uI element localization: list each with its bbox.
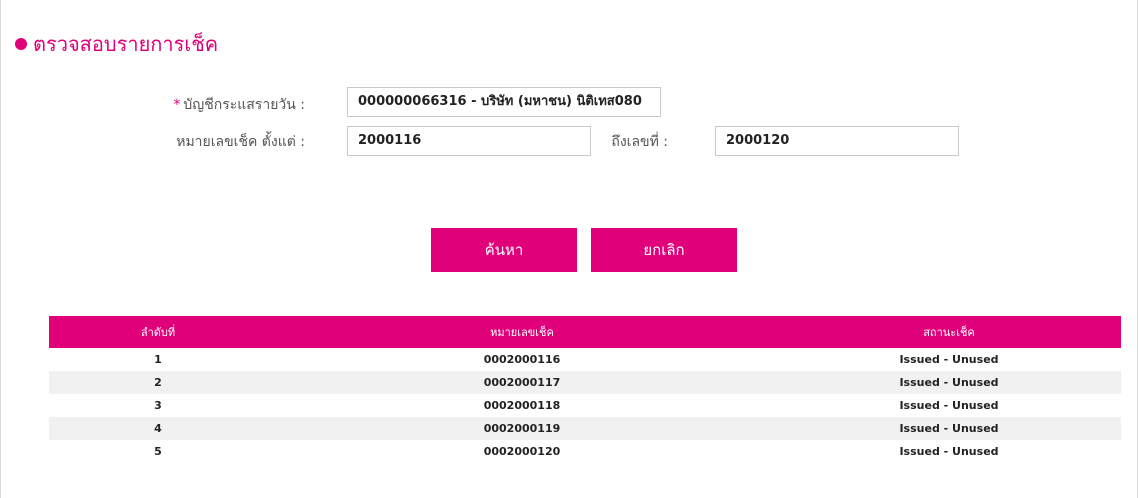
account-label: บัญชีกระแสรายวัน : bbox=[183, 97, 305, 113]
table-row: 1 0002000116 Issued - Unused bbox=[49, 348, 1121, 371]
cheque-results-table: ลำดับที่ หมายเลขเช็ค สถานะเช็ค 1 0002000… bbox=[49, 316, 1121, 463]
table-row: 3 0002000118 Issued - Unused bbox=[49, 394, 1121, 417]
cell-sequence: 4 bbox=[154, 422, 162, 435]
cell-cheque-status: Issued - Unused bbox=[899, 353, 999, 366]
cell-sequence: 1 bbox=[154, 353, 162, 366]
cell-cheque-number: 0002000116 bbox=[483, 353, 561, 366]
cell-sequence: 2 bbox=[154, 376, 162, 389]
table-row: 4 0002000119 Issued - Unused bbox=[49, 417, 1121, 440]
bullet-dot-icon bbox=[15, 38, 27, 50]
search-button[interactable]: ค้นหา bbox=[431, 228, 577, 272]
cell-cheque-number: 0002000117 bbox=[483, 376, 561, 389]
cancel-button[interactable]: ยกเลิก bbox=[591, 228, 737, 272]
cell-cheque-number: 0002000118 bbox=[483, 399, 561, 412]
page-container: ตรวจสอบรายการเช็ค * บัญชีกระแสรายวัน : 00… bbox=[0, 0, 1138, 498]
cell-cheque-status: Issued - Unused bbox=[899, 445, 999, 458]
page-header: ตรวจสอบรายการเช็ค bbox=[15, 28, 218, 60]
account-select[interactable]: 000000066316 - บริษัท (มหาชน) นิติเทส080 bbox=[347, 87, 661, 117]
cheque-to-input[interactable]: 2000120 bbox=[715, 126, 959, 156]
account-label-group: * บัญชีกระแสรายวัน : bbox=[151, 94, 305, 116]
table-header: ลำดับที่ หมายเลขเช็ค สถานะเช็ค bbox=[49, 316, 1121, 348]
cell-sequence: 3 bbox=[154, 399, 162, 412]
cell-cheque-number: 0002000120 bbox=[483, 445, 561, 458]
page-title: ตรวจสอบรายการเช็ค bbox=[33, 32, 219, 56]
table-row: 5 0002000120 Issued - Unused bbox=[49, 440, 1121, 463]
cell-cheque-status: Issued - Unused bbox=[899, 422, 999, 435]
cheque-from-label: หมายเลขเช็ค ตั้งแต่ : bbox=[176, 134, 305, 150]
cell-sequence: 5 bbox=[154, 445, 162, 458]
required-mark: * bbox=[173, 97, 181, 113]
cell-cheque-status: Issued - Unused bbox=[899, 399, 999, 412]
header-cheque-status: สถานะเช็ค bbox=[923, 326, 975, 339]
cell-cheque-number: 0002000119 bbox=[483, 422, 561, 435]
header-cheque-number: หมายเลขเช็ค bbox=[490, 326, 554, 339]
cell-cheque-status: Issued - Unused bbox=[899, 376, 999, 389]
table-row: 2 0002000117 Issued - Unused bbox=[49, 371, 1121, 394]
cheque-to-label: ถึงเลขที่ : bbox=[611, 134, 668, 150]
cheque-from-input[interactable]: 2000116 bbox=[347, 126, 591, 156]
header-sequence: ลำดับที่ bbox=[140, 326, 176, 339]
